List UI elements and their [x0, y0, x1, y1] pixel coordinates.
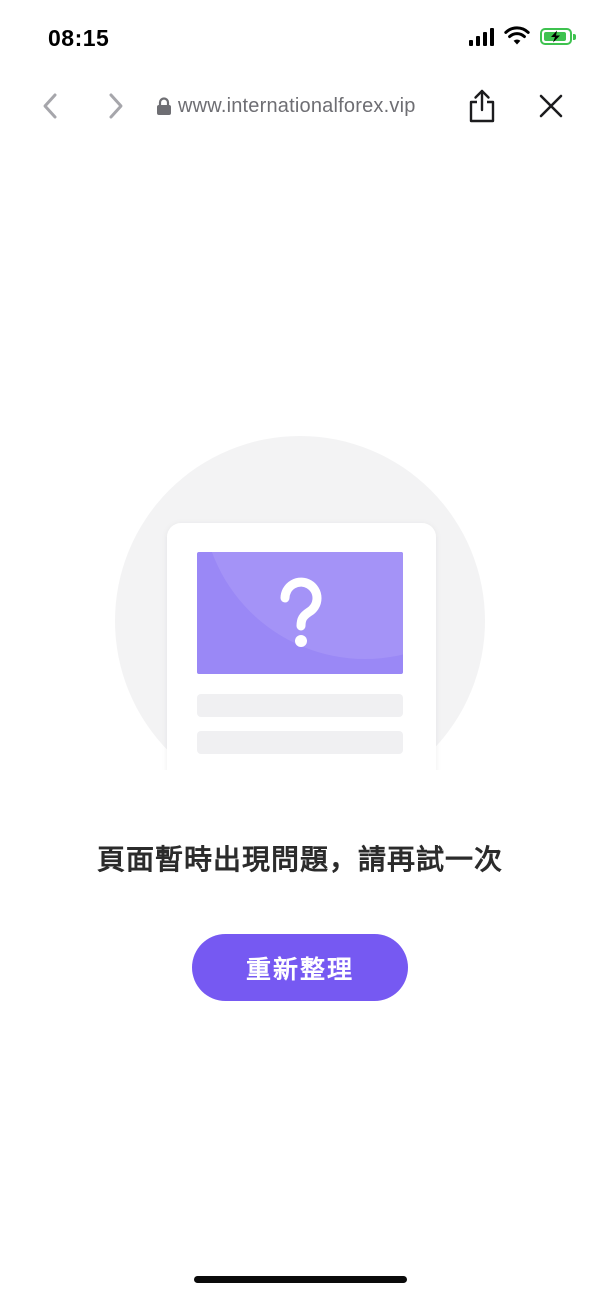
close-icon	[539, 94, 563, 118]
forward-button[interactable]	[101, 90, 131, 122]
content-line	[197, 694, 403, 717]
browser-toolbar: www.internationalforex.vip	[0, 76, 600, 136]
signal-icon	[469, 26, 494, 46]
share-icon	[469, 89, 495, 123]
reload-button[interactable]: 重新整理	[192, 934, 408, 1001]
back-button[interactable]	[35, 90, 65, 122]
lock-icon	[157, 96, 171, 115]
address-bar[interactable]: www.internationalforex.vip	[156, 92, 416, 120]
status-icons	[469, 26, 576, 46]
chevron-left-icon	[43, 93, 57, 119]
status-bar: 08:15	[0, 0, 600, 76]
wifi-icon	[504, 26, 530, 45]
close-button[interactable]	[535, 90, 567, 122]
share-button[interactable]	[465, 88, 499, 124]
status-time: 08:15	[48, 25, 110, 51]
error-illustration	[115, 436, 485, 770]
content-line	[197, 731, 403, 754]
battery-charging-icon	[540, 27, 576, 45]
error-message: 頁面暫時出現問題，請再試一次	[96, 843, 503, 876]
home-indicator[interactable]	[194, 1276, 407, 1283]
chevron-right-icon	[109, 93, 123, 119]
url-text: www.internationalforex.vip	[178, 94, 416, 117]
